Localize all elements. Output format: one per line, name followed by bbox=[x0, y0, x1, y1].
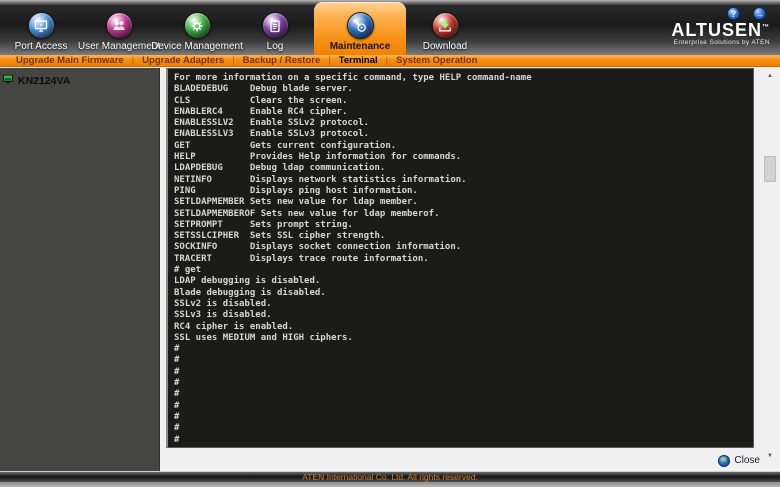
tab-label: Port Access bbox=[14, 41, 68, 52]
terminal-line: CLS Clears the screen. bbox=[174, 95, 348, 106]
tab-device-management[interactable]: Device Management bbox=[151, 5, 243, 55]
device-sidebar: KN2124VA bbox=[0, 68, 160, 471]
tab-download[interactable]: Download bbox=[406, 5, 484, 55]
brand-tagline: Enterprise Solutions by ATEN bbox=[673, 39, 770, 46]
trademark: ™ bbox=[762, 24, 770, 31]
log-icon bbox=[261, 12, 289, 39]
terminal-line: SSL uses MEDIUM and HIGH ciphers. bbox=[174, 332, 353, 343]
device-monitor-icon bbox=[3, 72, 14, 90]
terminal-line: ENABLESSLV2 Enable SSLv2 protocol. bbox=[174, 118, 370, 129]
terminal-line: # bbox=[174, 378, 180, 389]
terminal-line: # bbox=[174, 434, 180, 445]
terminal-line: SOCKINFO Displays socket connection info… bbox=[174, 242, 462, 253]
header-mini-buttons: ? → bbox=[727, 7, 766, 20]
app-window: Port Access User Management Device Manag… bbox=[0, 0, 780, 487]
user-management-icon bbox=[105, 12, 133, 39]
terminal-line: LDAP debugging is disabled. bbox=[174, 276, 321, 287]
terminal-line: # bbox=[174, 389, 180, 400]
terminal-line: # bbox=[174, 355, 180, 366]
terminal-line: SSLv3 is disabled. bbox=[174, 310, 272, 321]
terminal-line: TRACERT Displays trace route information… bbox=[174, 253, 429, 264]
terminal-line: HELP Provides Help information for comma… bbox=[174, 152, 462, 163]
terminal-line: # bbox=[174, 400, 180, 411]
download-icon bbox=[431, 12, 459, 39]
scroll-up-icon[interactable]: ▲ bbox=[763, 70, 777, 82]
terminal-line: SSLv2 is disabled. bbox=[174, 298, 272, 309]
brand-text: ALTUSEN™ bbox=[671, 20, 770, 40]
terminal-line: GET Gets current configuration. bbox=[174, 140, 397, 151]
close-icon: ✕ bbox=[718, 454, 731, 467]
port-access-icon bbox=[27, 12, 55, 39]
footer-bar: ATEN International Co. Ltd. All rights r… bbox=[0, 471, 780, 482]
terminal-line: ENABLERC4 Enable RC4 cipher. bbox=[174, 106, 348, 117]
device-name: KN2124VA bbox=[18, 75, 71, 87]
tab-label: User Management bbox=[77, 41, 161, 52]
logout-icon[interactable]: → bbox=[753, 7, 766, 20]
terminal-line: # bbox=[174, 344, 180, 355]
tab-user-management[interactable]: User Management bbox=[77, 5, 161, 55]
submenu-terminal[interactable]: Terminal bbox=[331, 55, 386, 66]
close-label: Close bbox=[734, 455, 760, 466]
close-button[interactable]: ✕ Close bbox=[718, 454, 760, 467]
altusen-logo: ALTUSEN™ Enterprise Solutions by ATEN bbox=[671, 20, 770, 46]
help-icon[interactable]: ? bbox=[727, 7, 740, 20]
terminal-line: SETPROMPT Sets prompt string. bbox=[174, 219, 353, 230]
copyright-text: ATEN International Co. Ltd. All rights r… bbox=[302, 472, 478, 482]
terminal-console[interactable]: For more information on a specific comma… bbox=[166, 68, 754, 448]
tab-label: Download bbox=[422, 41, 468, 52]
submenu-system-operation[interactable]: System Operation bbox=[388, 55, 485, 66]
terminal-scrollbar: ▲ ▼ bbox=[762, 68, 778, 462]
content-area: KN2124VA For more information on a speci… bbox=[0, 68, 780, 471]
maintenance-icon bbox=[346, 12, 374, 39]
terminal-line: # get bbox=[174, 265, 202, 276]
scroll-down-icon[interactable]: ▼ bbox=[763, 450, 777, 462]
close-row: ✕ Close bbox=[166, 450, 760, 471]
tab-strip: Port Access User Management Device Manag… bbox=[2, 2, 484, 55]
submenu-upgrade-main-firmware[interactable]: Upgrade Main Firmware bbox=[8, 55, 132, 66]
tab-label: Maintenance bbox=[329, 41, 391, 52]
terminal-line: For more information on a specific comma… bbox=[174, 73, 532, 83]
terminal-line: # bbox=[174, 423, 180, 434]
terminal-line: BLADEDEBUG Debug blade server. bbox=[174, 84, 353, 95]
terminal-line: Blade debugging is disabled. bbox=[174, 287, 326, 298]
sidebar-item-kn2124va[interactable]: KN2124VA bbox=[3, 72, 156, 90]
terminal-line: SETLDAPMEMBER Sets new value for ldap me… bbox=[174, 197, 418, 208]
main-panel: For more information on a specific comma… bbox=[160, 68, 780, 471]
submenu-bar: Upgrade Main Firmware | Upgrade Adapters… bbox=[0, 55, 780, 67]
terminal-line: SETSSLCIPHER Sets SSL cipher strength. bbox=[174, 231, 386, 242]
footer-strip bbox=[0, 482, 780, 487]
tab-maintenance[interactable]: Maintenance bbox=[314, 2, 406, 55]
top-navbar: Port Access User Management Device Manag… bbox=[0, 0, 780, 55]
terminal-line: LDAPDEBUG Debug ldap communication. bbox=[174, 163, 386, 174]
terminal-line: SETLDAPMEMBEROF Sets new value for ldap … bbox=[174, 208, 440, 219]
terminal-line: ENABLESSLV3 Enable SSLv3 protocol. bbox=[174, 129, 370, 140]
tab-log[interactable]: Log bbox=[236, 5, 314, 55]
tab-label: Log bbox=[266, 41, 284, 52]
submenu-backup-restore[interactable]: Backup / Restore bbox=[235, 55, 329, 66]
terminal-line: # bbox=[174, 366, 180, 377]
device-management-icon bbox=[183, 12, 211, 39]
footer: ATEN International Co. Ltd. All rights r… bbox=[0, 471, 780, 487]
scrollbar-thumb[interactable] bbox=[764, 156, 776, 182]
submenu-upgrade-adapters[interactable]: Upgrade Adapters bbox=[134, 55, 232, 66]
terminal-line: NETINFO Displays network statistics info… bbox=[174, 174, 467, 185]
tab-label: Device Management bbox=[151, 41, 243, 52]
terminal-line: PING Displays ping host information. bbox=[174, 185, 418, 196]
terminal-line: RC4 cipher is enabled. bbox=[174, 321, 294, 332]
tab-port-access[interactable]: Port Access bbox=[2, 5, 80, 55]
terminal-line: # bbox=[174, 411, 180, 422]
